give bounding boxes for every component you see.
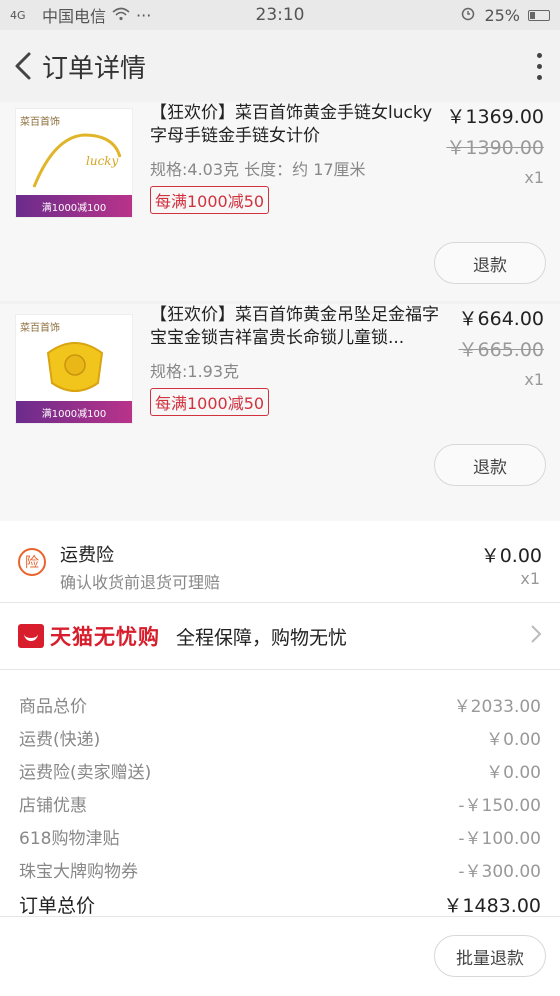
summary-row: 运费(快递) ￥0.00 (19, 730, 541, 750)
product-spec: 规格:4.03克 长度：约 17厘米 (150, 160, 366, 179)
price-summary: 商品总价 ￥2033.00 运费(快递) ￥0.00 运费险(卖家赠送) ￥0.00 … (0, 670, 560, 920)
batch-refund-button[interactable]: 批量退款 (434, 935, 546, 977)
insurance-desc: 确认收货前退货可理赔 (60, 573, 221, 592)
insurance-price: ￥0.00 (480, 545, 542, 567)
total-label: 订单总价 (19, 895, 96, 917)
original-price: ￥1390.00 (446, 137, 544, 159)
bracelet-image: lucky (32, 133, 122, 188)
product-name[interactable]: 【狂欢价】菜百首饰黄金吊坠足金福字宝宝金锁吉祥富贵长命锁儿童锁... (150, 304, 440, 350)
promo-badge: 每满1000减50 (150, 388, 270, 416)
shipping-insurance: 险 运费险 确认收货前退货可理赔 ￥0.00 x1 (0, 521, 560, 603)
page-title: 订单详情 (42, 53, 147, 84)
battery-icon (528, 9, 550, 21)
summary-row: 珠宝大牌购物券 -￥300.00 (19, 862, 541, 882)
product-quantity: x1 (524, 168, 544, 187)
total-value: ￥1483.00 (443, 895, 541, 917)
tmall-slogan: 全程保障，购物无忧 (176, 626, 348, 649)
svg-text:lucky: lucky (86, 154, 119, 168)
refund-button[interactable]: 退款 (434, 444, 546, 486)
product-price: ￥664.00 (458, 308, 544, 330)
product-quantity: x1 (524, 370, 544, 389)
back-button[interactable] (8, 46, 38, 86)
original-price: ￥665.00 (458, 339, 544, 361)
more-options-icon[interactable] (526, 52, 552, 80)
product-name[interactable]: 【狂欢价】菜百首饰黄金手链女lucky字母手链金手链女计价 (150, 102, 440, 148)
insurance-title: 运费险 (60, 545, 114, 566)
product-price: ￥1369.00 (446, 106, 544, 128)
summary-row: 店铺优惠 -￥150.00 (19, 796, 541, 816)
tmall-bag-icon (18, 624, 44, 648)
thumb-brand: 菜百首饰 (20, 323, 60, 334)
order-info-section: 险 运费险 确认收货前退货可理赔 ￥0.00 x1 天猫无忧购 全程保障，购物无… (0, 521, 560, 920)
insurance-icon: 险 (18, 548, 46, 576)
product-thumbnail[interactable]: 菜百首饰 满1000减100 (15, 314, 133, 424)
thumb-brand: 菜百首饰 (20, 117, 60, 128)
tmall-brand-text: 天猫无忧购 (50, 625, 160, 649)
bottom-action-bar: 批量退款 (0, 916, 560, 996)
refund-button[interactable]: 退款 (434, 242, 546, 284)
status-bar: 4G 中国电信 ··· 23:10 25% (0, 0, 560, 30)
promo-badge: 每满1000减50 (150, 186, 270, 214)
app-header: 订单详情 (0, 30, 560, 102)
summary-row: 商品总价 ￥2033.00 (19, 697, 541, 717)
thumb-banner: 满1000减100 (16, 195, 132, 217)
summary-row: 618购物津贴 -￥100.00 (19, 829, 541, 849)
order-item[interactable]: 菜百首饰 lucky 满1000减100 【狂欢价】菜百首饰黄金手链女lucky… (0, 102, 560, 301)
order-item[interactable]: 菜百首饰 满1000减100 【狂欢价】菜百首饰黄金吊坠足金福字宝宝金锁吉祥富贵… (0, 304, 560, 521)
tmall-guarantee-row[interactable]: 天猫无忧购 全程保障，购物无忧 (0, 603, 560, 670)
gold-lock-image (46, 342, 104, 392)
chevron-right-icon (530, 622, 542, 650)
thumb-banner: 满1000减100 (16, 401, 132, 423)
tmall-logo: 天猫无忧购 (18, 621, 160, 651)
product-thumbnail[interactable]: 菜百首饰 lucky 满1000减100 (15, 108, 133, 218)
summary-row: 运费险(卖家赠送) ￥0.00 (19, 763, 541, 783)
clock: 23:10 (255, 5, 305, 25)
insurance-quantity: x1 (520, 569, 540, 588)
product-spec: 规格:1.93克 (150, 362, 240, 381)
